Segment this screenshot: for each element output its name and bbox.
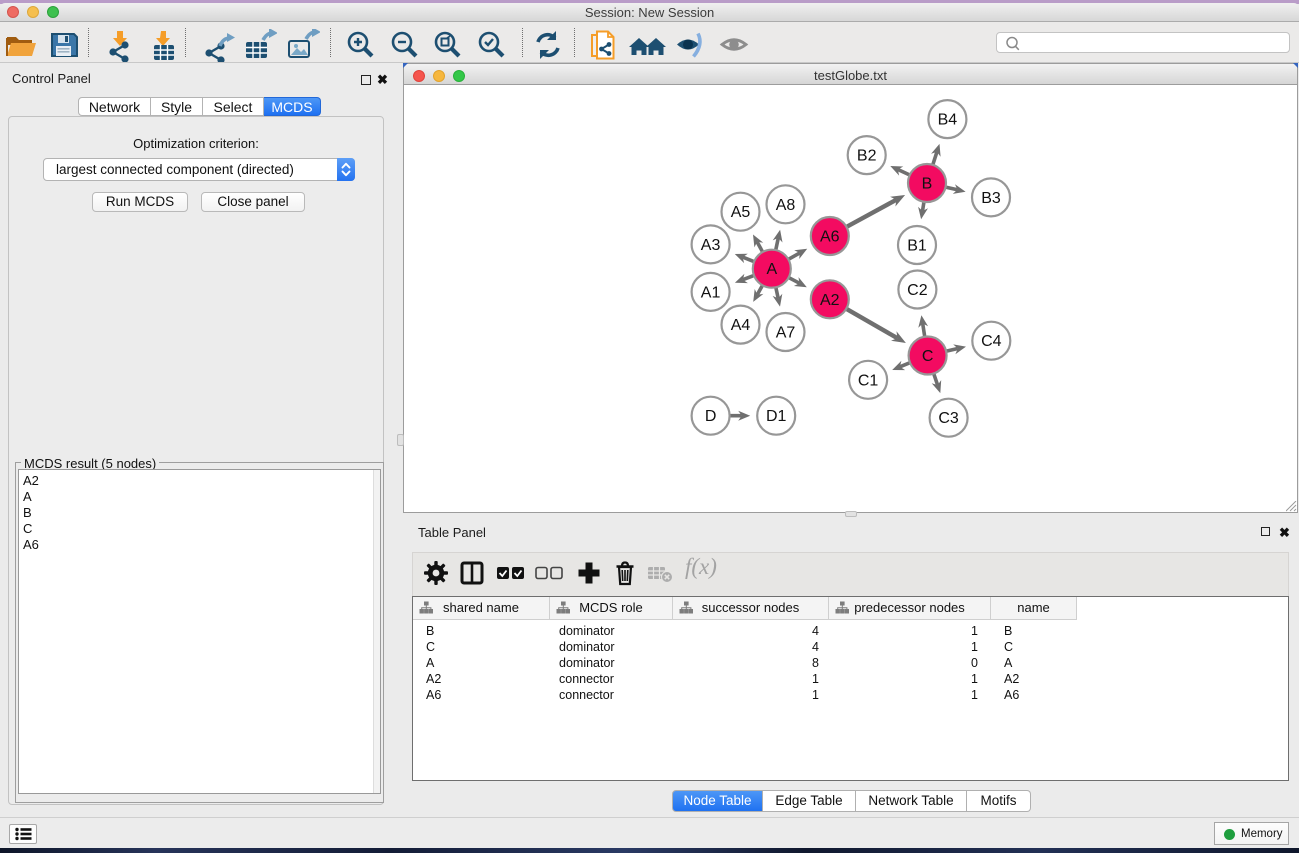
svg-text:A3: A3: [701, 237, 721, 254]
svg-text:C4: C4: [981, 333, 1002, 350]
svg-text:B3: B3: [981, 190, 1001, 207]
svg-text:A: A: [766, 261, 777, 278]
svg-text:A5: A5: [731, 204, 751, 221]
svg-text:D1: D1: [766, 408, 787, 425]
svg-text:A8: A8: [776, 197, 796, 214]
svg-text:C: C: [922, 348, 934, 365]
svg-text:A1: A1: [701, 284, 721, 301]
svg-text:B2: B2: [857, 148, 877, 165]
svg-text:A2: A2: [820, 292, 840, 309]
svg-text:A6: A6: [820, 229, 840, 246]
svg-text:B1: B1: [907, 238, 927, 255]
svg-text:C1: C1: [858, 372, 879, 389]
svg-text:B4: B4: [938, 112, 958, 129]
svg-text:C2: C2: [907, 282, 928, 299]
svg-text:C3: C3: [938, 410, 959, 427]
svg-text:A7: A7: [776, 325, 796, 342]
svg-text:B: B: [922, 176, 933, 193]
svg-text:D: D: [705, 408, 717, 425]
svg-text:A4: A4: [731, 317, 751, 334]
